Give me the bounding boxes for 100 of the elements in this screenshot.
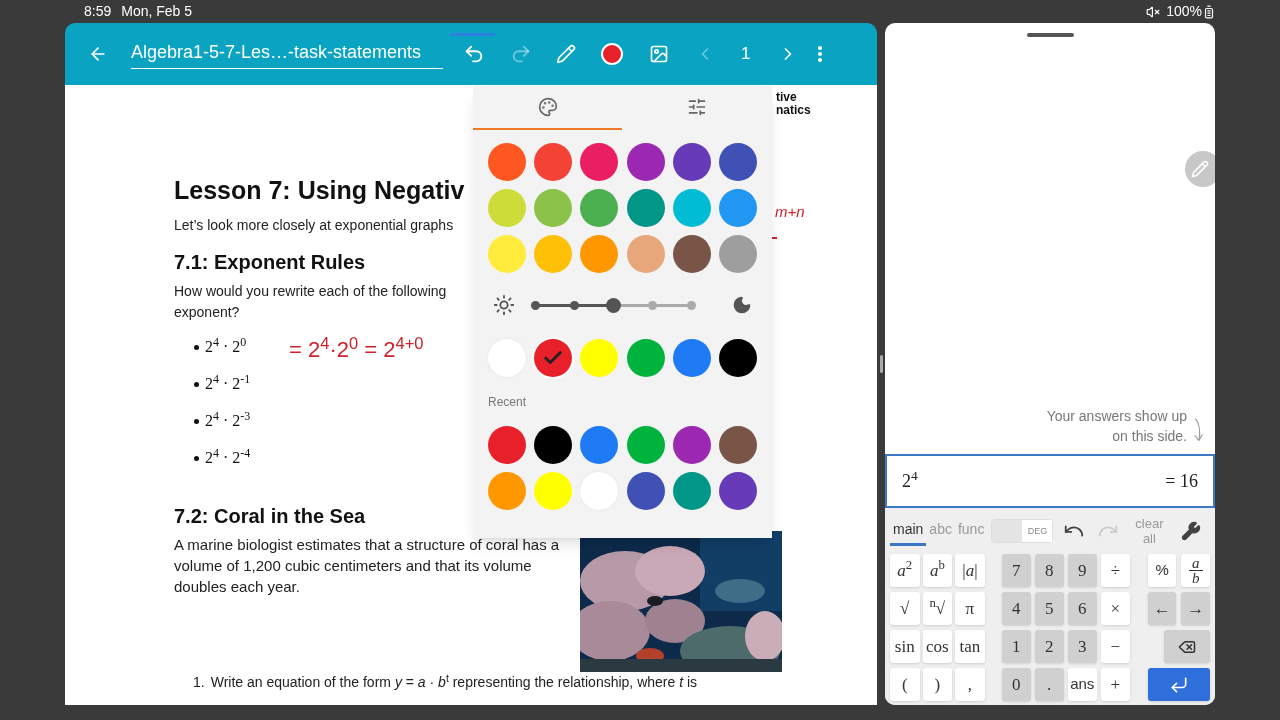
color-swatch[interactable] [580,426,619,464]
calculator-key[interactable]: cos [922,630,953,663]
slider-tick [570,300,579,310]
drag-handle[interactable] [1026,33,1074,37]
calculator-key[interactable]: → [1181,592,1210,625]
calculator-key[interactable]: ans [1067,668,1097,701]
pen-color-button[interactable] [601,43,623,65]
calculator-key[interactable]: % [1147,554,1177,587]
color-swatch[interactable] [580,235,619,273]
calculator-key[interactable]: ÷ [1100,554,1130,587]
redo-icon [510,43,532,65]
lesson-title: Lesson 7: Using Negativ [174,175,465,205]
calculator-key[interactable]: |a| [955,554,985,587]
calculator-key[interactable] [1163,630,1210,663]
color-swatch[interactable] [672,339,711,377]
palette-icon [537,97,558,117]
section-heading: 7.1: Exponent Rules [174,250,366,275]
color-swatch[interactable] [626,235,665,273]
color-swatch[interactable] [488,426,526,464]
clock-time: 8:59 [84,2,112,21]
calculator-key[interactable]: π [955,592,985,625]
color-swatch[interactable] [488,472,526,510]
color-swatch[interactable] [672,189,711,227]
color-swatch[interactable] [672,426,711,464]
settings-button[interactable] [1181,521,1202,541]
split-handle[interactable] [879,355,883,373]
color-swatch[interactable] [672,235,711,273]
page-number: 1 [741,43,751,66]
color-swatch[interactable] [534,339,573,377]
calculator-key[interactable]: ) [922,668,953,701]
color-swatch[interactable] [534,426,573,464]
task-number: 1. [193,674,205,690]
calculator-key[interactable]: 7 [1001,554,1031,587]
color-swatch[interactable] [718,189,757,227]
color-swatch[interactable] [672,472,711,510]
calculator-key[interactable]: 4 [1001,592,1031,625]
slider-thumb[interactable] [606,297,621,313]
calculator-key[interactable]: 9 [1067,554,1097,587]
calculator-key[interactable]: 1 [1001,630,1031,663]
calculator-key[interactable]: . [1034,668,1064,701]
color-swatch[interactable] [626,472,665,510]
calculator-key[interactable]: ( [890,668,920,701]
color-swatch[interactable] [718,235,757,273]
color-swatch[interactable] [534,189,573,227]
color-swatch[interactable] [626,426,665,464]
color-swatch[interactable] [534,143,573,181]
bullet-icon [194,381,199,387]
recent-label: Recent [488,394,527,411]
sliders-icon [686,97,707,117]
exponent-expression: 2$^{4}$ · 2$^{0}$ [205,335,247,357]
calculator-key[interactable]: , [955,668,985,701]
calculator-key[interactable]: a$^{2}$ [890,554,920,587]
color-swatch[interactable] [718,143,757,181]
calculator-key[interactable]: × [1100,592,1130,625]
logo-text: tive [776,91,798,104]
color-swatch[interactable] [488,189,526,227]
color-swatch[interactable] [534,472,573,510]
calculator-key[interactable]: a b [1181,554,1210,587]
color-swatch[interactable] [488,235,526,273]
answers-hint: Your answers show up on this side. [1045,407,1187,446]
color-swatch[interactable] [534,235,573,273]
mute-icon [1146,4,1161,19]
color-swatch[interactable] [718,426,757,464]
calculator-key[interactable]: $^{n}$√ [922,592,953,625]
color-swatch[interactable] [580,189,619,227]
color-swatch[interactable] [672,143,711,181]
pencil-fab[interactable] [1185,151,1215,187]
more-menu-button[interactable] [818,46,823,62]
color-swatch[interactable] [718,339,757,377]
calculator-key[interactable]: a$^{b}$ [922,554,953,587]
wrench-icon [1181,521,1202,541]
calculator-key[interactable]: ← [1147,592,1177,625]
color-swatch[interactable] [626,189,665,227]
calculator-key[interactable]: + [1100,668,1130,701]
calculator-key[interactable]: 6 [1067,592,1097,625]
color-swatch[interactable] [718,472,757,510]
pencil-button[interactable] [556,44,576,64]
calculator-key[interactable]: tan [955,630,985,663]
image-button[interactable] [649,44,669,64]
angle-toggle[interactable]: DEG [991,519,1054,543]
exponent-expression: 2$^{4}$ · 2$^{-1}$ [205,372,251,394]
keypad-tab[interactable]: main [890,516,927,546]
calculator-key[interactable]: 3 [1067,630,1097,663]
expression-field[interactable]: 2$^{4}$ = 16 [885,454,1215,508]
calculator-key[interactable]: − [1100,630,1130,663]
calculator-key[interactable]: √ [890,592,920,625]
question-text: How would you rewrite each of the following [174,282,447,301]
section-heading: 7.2: Coral in the Sea [174,504,366,529]
color-swatch[interactable] [626,143,665,181]
calculator-key[interactable]: 2 [1034,630,1064,663]
numerator: a [1191,556,1200,570]
color-swatch[interactable] [488,143,526,181]
color-swatch[interactable] [626,339,665,377]
pencil-icon [1191,160,1209,178]
calculator-key[interactable]: 8 [1034,554,1064,587]
color-swatch[interactable] [580,143,619,181]
color-swatch[interactable] [580,339,619,377]
calculator-key[interactable]: 0 [1001,668,1031,701]
calculator-key[interactable]: sin [890,630,920,663]
calculator-key[interactable]: 5 [1034,592,1064,625]
